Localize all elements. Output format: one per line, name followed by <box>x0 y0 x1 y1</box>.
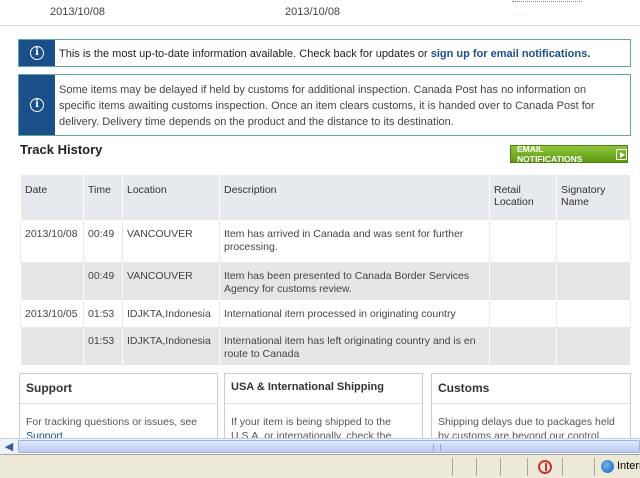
cell-retail-location <box>489 300 557 328</box>
column-header-signatory-name: Signatory Name <box>556 174 631 221</box>
cell-description: Item has been presented to Canada Border… <box>219 262 490 301</box>
arrow-right-icon <box>616 148 627 160</box>
cell-date: 2013/10/05 <box>20 300 84 328</box>
customs-notice: i Some items may be delayed if held by c… <box>18 74 631 136</box>
summary-date-left: 2013/10/08 <box>50 6 106 18</box>
table-row: 2013/10/05 01:53 IDJKTA,Indonesia Intern… <box>20 300 631 328</box>
email-notifications-label: EMAIL NOTIFICATIONS <box>517 144 583 164</box>
status-pane <box>594 458 595 476</box>
column-header-time: Time <box>83 174 123 221</box>
cell-location: IDJKTA,Indonesia <box>122 327 220 366</box>
table-row: 01:53 IDJKTA,Indonesia International ite… <box>20 327 631 366</box>
cell-signatory <box>556 327 631 366</box>
email-notifications-button[interactable]: EMAIL NOTIFICATIONS <box>510 144 628 164</box>
status-pane <box>476 458 477 476</box>
status-pane <box>562 458 563 476</box>
cell-date <box>20 327 84 366</box>
support-body: For tracking questions or issues, see Sup… <box>20 404 217 438</box>
cut-off-link[interactable] <box>512 0 582 2</box>
cell-signatory <box>556 220 631 263</box>
track-history-title: Track History <box>20 142 103 157</box>
cell-date: 2013/10/08 <box>20 220 84 263</box>
cell-retail-location <box>489 262 557 301</box>
info-icon: i <box>30 98 44 112</box>
support-title: Support <box>20 374 217 404</box>
customs-body: Shipping delays due to packages held by … <box>438 416 615 439</box>
cell-location: IDJKTA,Indonesia <box>122 300 220 328</box>
horizontal-scrollbar[interactable]: ◀ <box>0 438 640 454</box>
email-signup-link[interactable]: sign up for email notifications. <box>431 48 591 60</box>
usa-international-body: If your item is being shipped to the U.S… <box>231 416 392 439</box>
customs-box: Customs Shipping delays due to packages … <box>431 373 631 439</box>
cell-time: 01:53 <box>83 327 123 366</box>
cell-date <box>20 262 84 301</box>
customs-notice-text: Some items may be delayed if held by cus… <box>59 84 595 128</box>
scroll-left-icon[interactable]: ◀ <box>2 440 16 454</box>
cell-location: VANCOUVER <box>122 262 220 301</box>
column-header-date: Date <box>20 174 84 221</box>
security-zone-label: Internet <box>617 460 640 472</box>
column-header-description: Description <box>219 174 490 221</box>
scrollbar-thumb[interactable] <box>18 440 640 453</box>
scrollbar-grip <box>433 444 441 451</box>
usa-international-box: USA & International Shipping If your ite… <box>224 373 423 439</box>
summary-date-right: 2013/10/08 <box>285 6 341 18</box>
cell-time: 01:53 <box>83 300 123 328</box>
support-box: Support For tracking questions or issues… <box>19 373 218 439</box>
table-row: 2013/10/08 00:49 VANCOUVER Item has arri… <box>20 220 631 263</box>
privacy-icon[interactable] <box>538 460 552 474</box>
cell-signatory <box>556 300 631 328</box>
column-header-retail-location: Retail Location <box>489 174 557 221</box>
cell-description: International item has left originating … <box>219 327 490 366</box>
cell-signatory <box>556 262 631 301</box>
update-notice-text: This is the most up-to-date information … <box>59 48 622 60</box>
support-text: For tracking questions or issues, see <box>26 416 197 428</box>
cell-time: 00:49 <box>83 220 123 263</box>
usa-international-title: USA & International Shipping <box>225 374 422 404</box>
status-pane <box>500 458 501 476</box>
customs-title: Customs <box>432 374 630 404</box>
info-icon-cell: i <box>19 75 55 135</box>
update-notice: i This is the most up-to-date informatio… <box>18 39 631 67</box>
globe-icon <box>601 460 614 473</box>
cell-time: 00:49 <box>83 262 123 301</box>
cell-location: VANCOUVER <box>122 220 220 263</box>
status-pane <box>452 458 453 476</box>
status-pane <box>527 458 528 476</box>
cell-retail-location <box>489 327 557 366</box>
cell-description: International item processed in originat… <box>219 300 490 328</box>
cell-description: Item has arrived in Canada and was sent … <box>219 220 490 263</box>
info-icon: i <box>30 46 44 60</box>
column-header-location: Location <box>122 174 220 221</box>
cell-retail-location <box>489 220 557 263</box>
status-bar: Internet <box>0 454 640 478</box>
info-icon-cell: i <box>19 40 55 66</box>
table-row: 00:49 VANCOUVER Item has been presented … <box>20 262 631 301</box>
track-history-table: Date Time Location Description Retail Lo… <box>20 174 631 366</box>
previous-summary-strip: 2013/10/08 2013/10/08 <box>0 0 640 26</box>
update-notice-body: This is the most up-to-date information … <box>59 48 431 60</box>
